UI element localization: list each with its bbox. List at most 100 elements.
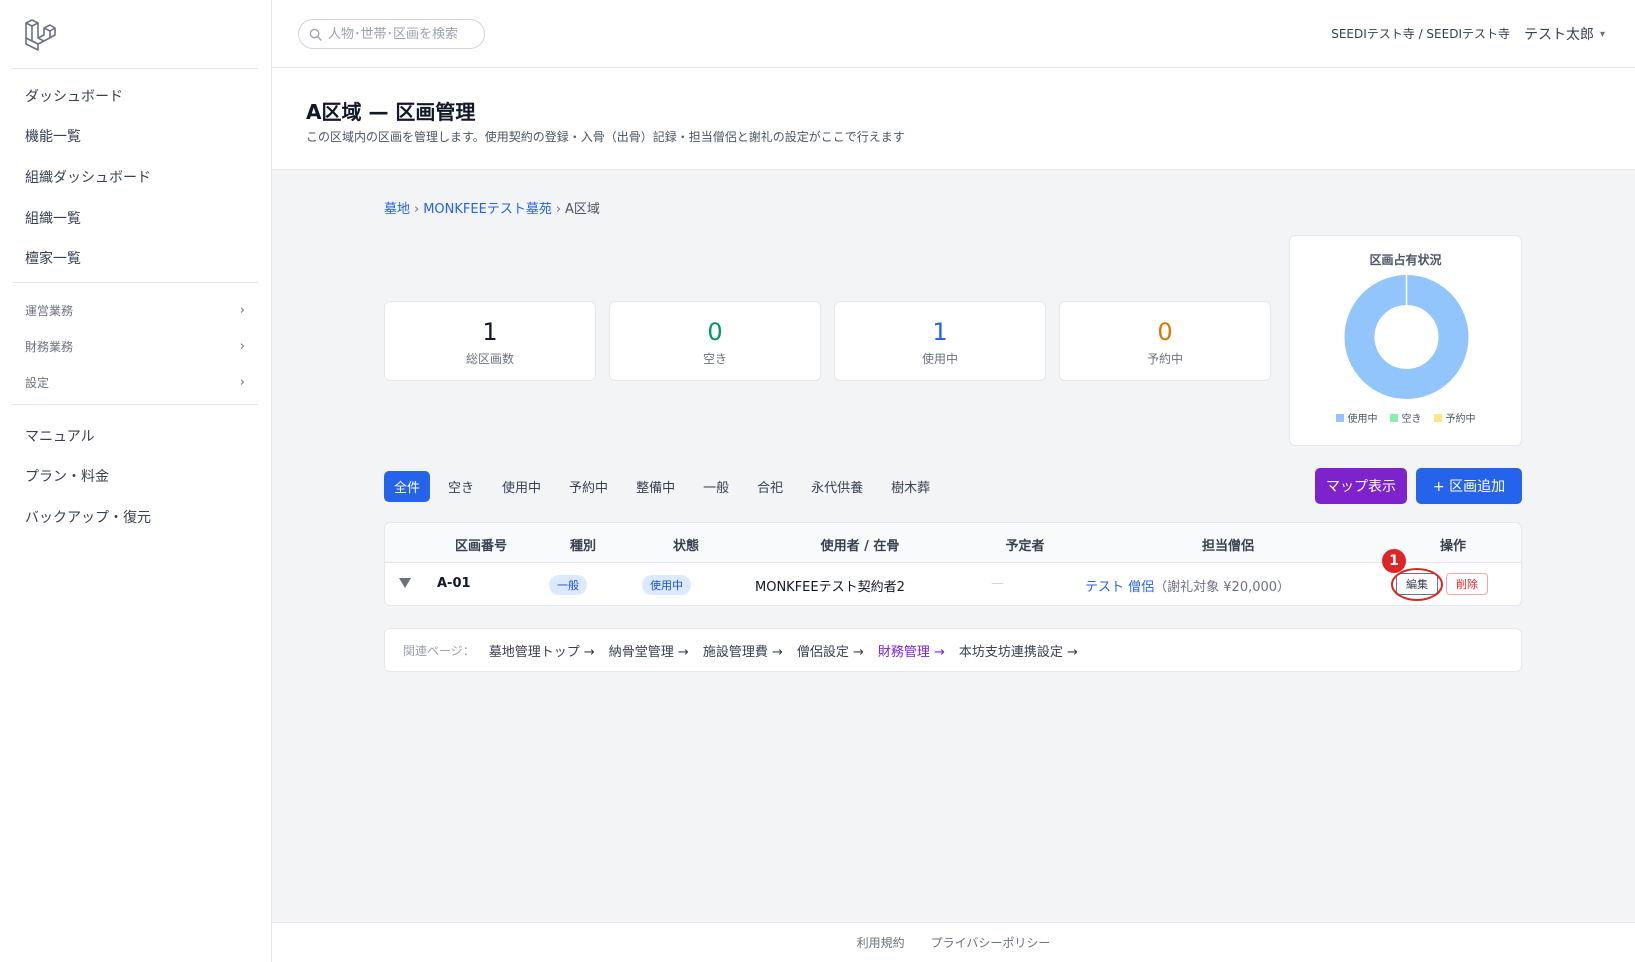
tenant-switcher[interactable]: SEEDIテスト寺 / SEEDIテスト寺 xyxy=(1331,25,1510,42)
top-bar: SEEDIテスト寺 / SEEDIテスト寺 テスト太郎 ▾ xyxy=(272,0,1635,68)
stat-card-in-use: 1 使用中 xyxy=(834,301,1046,381)
sidebar-group-finance[interactable]: 財務業務 › xyxy=(25,338,245,355)
user-name: テスト太郎 xyxy=(1523,27,1594,43)
related-link-finance[interactable]: 財務管理 → xyxy=(878,641,945,660)
sidebar: ダッシュボード 機能一覧 組織ダッシュボード 組織一覧 檀家一覧 運営業務 › … xyxy=(0,0,272,962)
stat-label: 予約中 xyxy=(1146,352,1183,366)
stat-value: 1 xyxy=(482,318,498,346)
stat-card-reserved: 0 予約中 xyxy=(1059,301,1271,381)
sidebar-group-label: 財務業務 xyxy=(25,340,74,354)
app-logo-icon[interactable] xyxy=(24,18,56,52)
related-label: 関連ページ： xyxy=(403,643,475,658)
stat-label: 空き xyxy=(702,352,727,366)
monk-link[interactable]: テスト 僧侶（謝礼対象 ¥20,000） xyxy=(1085,576,1290,595)
legend-label: 使用中 xyxy=(1347,414,1378,425)
sidebar-group-label: 設定 xyxy=(25,376,50,390)
chevron-right-icon: › xyxy=(239,303,245,318)
related-link-monk-settings[interactable]: 僧侶設定 → xyxy=(797,641,864,660)
sidebar-item-danka[interactable]: 檀家一覧 xyxy=(25,248,81,268)
related-link-cemetery-top[interactable]: 墓地管理トップ → xyxy=(489,641,595,660)
legend-item[interactable]: 使用中 xyxy=(1335,410,1378,425)
legend-item[interactable]: 予約中 xyxy=(1433,410,1476,425)
column-header[interactable]: 使用者 / 在骨 xyxy=(821,535,900,554)
stat-value: 0 xyxy=(707,318,723,346)
expand-caret-icon[interactable] xyxy=(399,578,411,588)
sidebar-group-settings[interactable]: 設定 › xyxy=(25,374,245,391)
map-view-button[interactable]: マップ表示 xyxy=(1315,468,1407,504)
column-header[interactable]: 種別 xyxy=(570,535,596,554)
stat-value: 1 xyxy=(932,318,948,346)
related-link-facility-fee[interactable]: 施設管理費 → xyxy=(703,641,783,660)
breadcrumb-link-garden[interactable]: MONKFEEテスト墓苑 xyxy=(423,202,552,217)
tab-in-use[interactable]: 使用中 xyxy=(492,471,551,502)
legend-swatch xyxy=(1389,413,1398,422)
add-plot-button[interactable]: + 区画追加 xyxy=(1416,468,1522,504)
tab-all[interactable]: 全件 xyxy=(384,471,431,502)
search-icon xyxy=(309,28,322,41)
page-header: A区域 — 区画管理 この区域内の区画を管理します。使用契約の登録・入骨（出骨）… xyxy=(272,68,1635,170)
stat-value: 0 xyxy=(1157,318,1173,346)
table-row[interactable]: A-01 一般 使用中 MONKFEEテスト契約者2 — テスト 僧侶（謝礼対象… xyxy=(385,549,1521,607)
tab-perpetual[interactable]: 永代供養 xyxy=(801,471,873,502)
user-menu[interactable]: テスト太郎 ▾ xyxy=(1524,24,1605,44)
chart-title: 区画占有状況 xyxy=(1369,253,1442,267)
sidebar-item-manual[interactable]: マニュアル xyxy=(25,426,95,446)
table-header: 区画番号 種別 状態 使用者 / 在骨 予定者 担当僧侶 操作 xyxy=(385,523,1521,563)
sidebar-divider xyxy=(12,68,258,69)
stat-card-vacant: 0 空き xyxy=(609,301,821,381)
sidebar-group-label: 運営業務 xyxy=(25,304,74,318)
step-marker-badge: 1 xyxy=(1382,549,1406,573)
sidebar-item-org-dashboard[interactable]: 組織ダッシュボード xyxy=(25,167,151,187)
highlight-ring xyxy=(1391,568,1443,601)
sidebar-divider xyxy=(12,404,258,405)
legend-label: 予約中 xyxy=(1445,414,1476,425)
sidebar-item-backup[interactable]: バックアップ・復元 xyxy=(25,507,151,527)
page-subtitle: この区域内の区画を管理します。使用契約の登録・入骨（出骨）記録・担当僧侶と謝礼の… xyxy=(306,130,905,144)
page-title: A区域 — 区画管理 xyxy=(306,100,476,124)
legend-swatch xyxy=(1335,413,1344,422)
breadcrumb-current: A区域 xyxy=(565,202,600,217)
footer: 利用規約 プライバシーポリシー xyxy=(272,922,1635,962)
column-header[interactable]: 操作 xyxy=(1440,535,1466,554)
footer-link-privacy[interactable]: プライバシーポリシー xyxy=(931,934,1051,951)
related-link-ossuary[interactable]: 納骨堂管理 → xyxy=(609,641,689,660)
stat-label: 総区画数 xyxy=(465,352,514,366)
chart-legend: 使用中 空き 予約中 xyxy=(1290,410,1521,425)
chevron-down-icon: ▾ xyxy=(1599,28,1605,40)
column-header[interactable]: 区画番号 xyxy=(455,535,507,554)
chevron-right-icon: › xyxy=(239,339,245,354)
search-box[interactable] xyxy=(298,19,485,49)
sidebar-item-dashboard[interactable]: ダッシュボード xyxy=(25,86,123,106)
tab-general[interactable]: 一般 xyxy=(693,471,739,502)
related-link-branch-sync[interactable]: 本坊支坊連携設定 → xyxy=(959,641,1078,660)
footer-link-terms[interactable]: 利用規約 xyxy=(857,934,905,951)
delete-button[interactable]: 削除 xyxy=(1446,573,1488,595)
tab-vacant[interactable]: 空き xyxy=(438,471,484,502)
sidebar-item-features[interactable]: 機能一覧 xyxy=(25,126,81,146)
tab-joint-burial[interactable]: 合祀 xyxy=(747,471,793,502)
legend-swatch xyxy=(1433,413,1442,422)
filter-tabs: 全件 空き 使用中 予約中 整備中 一般 合祀 永代供養 樹木葬 xyxy=(384,471,940,502)
column-header[interactable]: 予定者 xyxy=(1005,535,1044,554)
status-badge: 使用中 xyxy=(642,575,691,595)
legend-item[interactable]: 空き xyxy=(1389,410,1422,425)
stat-label: 使用中 xyxy=(921,352,958,366)
occupancy-chart-card: 区画占有状況 使用中 空き 予約中 xyxy=(1289,235,1522,446)
column-header[interactable]: 担当僧侶 xyxy=(1202,535,1254,554)
tab-maintenance[interactable]: 整備中 xyxy=(626,471,685,502)
tab-tree-burial[interactable]: 樹木葬 xyxy=(881,471,940,502)
column-header[interactable]: 状態 xyxy=(673,535,699,554)
sidebar-item-plans[interactable]: プラン・料金 xyxy=(25,466,109,486)
planned-person: — xyxy=(991,576,1004,591)
plot-number: A-01 xyxy=(437,576,471,591)
legend-label: 空き xyxy=(1401,414,1422,425)
search-input[interactable] xyxy=(328,26,478,42)
sidebar-item-orgs[interactable]: 組織一覧 xyxy=(25,208,81,228)
breadcrumb-link-cemetery[interactable]: 墓地 xyxy=(384,202,410,217)
related-pages: 関連ページ： 墓地管理トップ → 納骨堂管理 → 施設管理費 → 僧侶設定 → … xyxy=(384,628,1522,672)
tab-reserved[interactable]: 予約中 xyxy=(559,471,618,502)
monk-name: テスト 僧侶 xyxy=(1085,580,1155,595)
breadcrumb: 墓地 › MONKFEEテスト墓苑 › A区域 xyxy=(384,198,600,217)
breadcrumb-separator: › xyxy=(414,202,420,217)
sidebar-group-operations[interactable]: 運営業務 › xyxy=(25,302,245,319)
